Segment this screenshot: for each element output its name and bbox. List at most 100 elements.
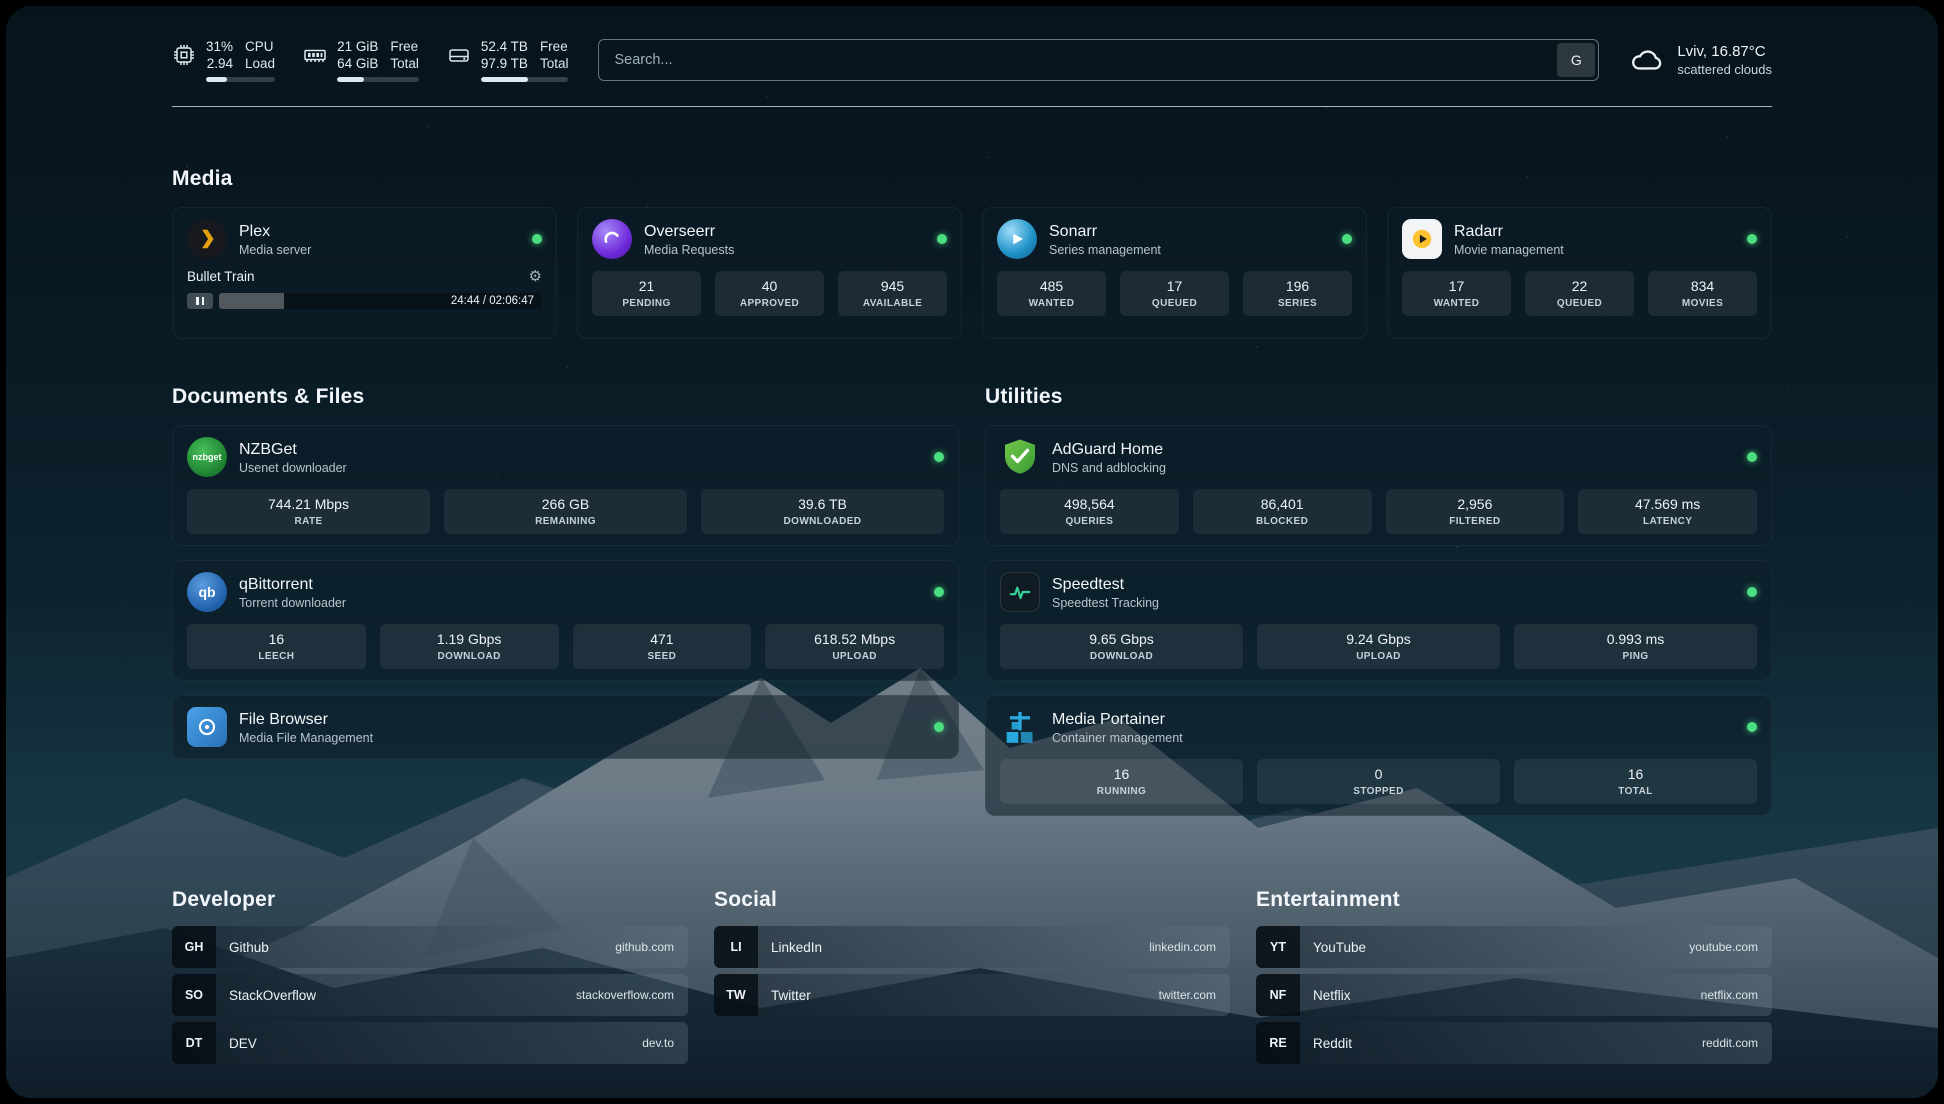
stat-label: REMAINING [448,516,683,528]
stat-label: DOWNLOAD [1004,651,1239,663]
stat-series: 196 SERIES [1243,271,1352,316]
pause-button[interactable] [187,293,213,309]
plex-icon [187,219,227,259]
stat-value: 0.993 ms [1518,631,1753,648]
stat-label: UPLOAD [769,651,940,663]
stat-label: PING [1518,651,1753,663]
overseerr-icon [592,219,632,259]
stat-label: LEECH [191,651,362,663]
top-bar: 31% CPU 2.94 Load [172,6,1772,82]
stat-value: 40 [719,278,820,295]
stat-label: QUEUED [1529,298,1630,310]
stat-label: WANTED [1406,298,1507,310]
stat-label: DOWNLOAD [384,651,555,663]
section-title-social: Social [714,888,1230,912]
disk-total-label: Total [540,55,569,72]
hard-drive-icon [447,38,471,67]
stat-value: 47.569 ms [1582,496,1753,513]
bookmark-url: linkedin.com [1149,940,1230,954]
bookmark-netflix[interactable]: NF Netflix netflix.com [1256,974,1772,1016]
overseerr-stats: 21 PENDING 40 APPROVED 945 AVAILABLE [592,271,947,316]
service-card-sonarr[interactable]: Sonarr Series management 485 WANTED 17 Q… [982,207,1367,339]
reddit-icon: RE [1256,1022,1300,1064]
dashboard-content: 31% CPU 2.94 Load [6,6,1938,1098]
app-desc: Usenet downloader [239,461,347,475]
stat-label: AVAILABLE [842,298,943,310]
section-social: Social LI LinkedIn linkedin.com TW Twitt… [714,888,1230,1016]
stat-value: 39.6 TB [705,496,940,513]
stat-ping: 0.993 ms PING [1514,624,1757,669]
radarr-icon [1402,219,1442,259]
disk-free-value: 52.4 TB [481,38,528,55]
app-name: NZBGet [239,440,347,459]
bookmark-github[interactable]: GH Github github.com [172,926,688,968]
stat-wanted: 485 WANTED [997,271,1106,316]
section-documents: Documents & Files nzbget NZBGet Usenet d… [172,385,959,816]
cpu-usage-value: 31% [206,38,233,55]
stat-value: 834 [1652,278,1753,295]
bookmark-name: Reddit [1300,1036,1352,1051]
status-dot [1747,452,1757,462]
cpu-usage-label: CPU [245,38,275,55]
stat-queued: 22 QUEUED [1525,271,1634,316]
bookmark-youtube[interactable]: YT YouTube youtube.com [1256,926,1772,968]
section-title-documents: Documents & Files [172,385,959,409]
netflix-icon: NF [1256,974,1300,1016]
stat-download: 9.65 Gbps DOWNLOAD [1000,624,1243,669]
stat-rate: 744.21 Mbps RATE [187,489,430,534]
service-card-speedtest[interactable]: Speedtest Speedtest Tracking 9.65 Gbps D… [985,560,1772,681]
stat-upload: 9.24 Gbps UPLOAD [1257,624,1500,669]
stat-queries: 498,564 QUERIES [1000,489,1179,534]
stat-downloaded: 39.6 TB DOWNLOADED [701,489,944,534]
stat-label: UPLOAD [1261,651,1496,663]
cpu-widget: 31% CPU 2.94 Load [172,38,275,82]
app-desc: Series management [1049,243,1161,257]
speedtest-stats: 9.65 Gbps DOWNLOAD 9.24 Gbps UPLOAD 0.99… [1000,624,1757,669]
settings-gear-icon[interactable]: ⚙ [529,269,542,284]
cloud-icon [1629,46,1665,74]
bookmark-twitter[interactable]: TW Twitter twitter.com [714,974,1230,1016]
adguard-stats: 498,564 QUERIES 86,401 BLOCKED 2,956 FIL… [1000,489,1757,534]
memory-icon [303,38,327,67]
service-card-filebrowser[interactable]: File Browser Media File Management [172,695,959,759]
memory-progress-fill [337,77,364,82]
service-card-qbittorrent[interactable]: qb qBittorrent Torrent downloader 16 [172,560,959,681]
stat-label: WANTED [1001,298,1102,310]
filebrowser-icon [187,707,227,747]
service-card-nzbget[interactable]: nzbget NZBGet Usenet downloader 744.21 M… [172,425,959,546]
dev-icon: DT [172,1022,216,1064]
search-provider-button[interactable]: G [1557,43,1595,77]
bookmark-linkedin[interactable]: LI LinkedIn linkedin.com [714,926,1230,968]
status-dot [934,587,944,597]
stat-running: 16 RUNNING [1000,759,1243,804]
section-title-media: Media [172,167,1772,191]
stat-label: TOTAL [1518,786,1753,798]
radarr-stats: 17 WANTED 22 QUEUED 834 MOVIES [1402,271,1757,316]
stat-value: 16 [1004,766,1239,783]
bookmark-stackoverflow[interactable]: SO StackOverflow stackoverflow.com [172,974,688,1016]
disk-widget: 52.4 TB Free 97.9 TB Total [447,38,569,82]
qbittorrent-icon: qb [187,572,227,612]
app-desc: Speedtest Tracking [1052,596,1159,610]
stat-label: QUERIES [1004,516,1175,528]
playback-progress-bar[interactable]: 24:44 / 02:06:47 [219,293,542,309]
service-card-portainer[interactable]: Media Portainer Container management 16 … [985,695,1772,816]
stat-label: RUNNING [1004,786,1239,798]
playback-controls: 24:44 / 02:06:47 [187,293,542,309]
bookmark-dev[interactable]: DT DEV dev.to [172,1022,688,1064]
app-name: AdGuard Home [1052,440,1166,459]
service-card-radarr[interactable]: Radarr Movie management 17 WANTED 22 QUE… [1387,207,1772,339]
stat-label: RATE [191,516,426,528]
stat-latency: 47.569 ms LATENCY [1578,489,1757,534]
bookmark-reddit[interactable]: RE Reddit reddit.com [1256,1022,1772,1064]
disk-total-value: 97.9 TB [481,55,528,72]
service-card-plex[interactable]: Plex Media server Bullet Train ⚙ 24:4 [172,207,557,339]
adguard-shield-icon [1000,437,1040,477]
service-card-overseerr[interactable]: Overseerr Media Requests 21 PENDING 40 A… [577,207,962,339]
search-input[interactable] [602,52,1557,68]
service-card-adguard[interactable]: AdGuard Home DNS and adblocking 498,564 … [985,425,1772,546]
nzbget-stats: 744.21 Mbps RATE 266 GB REMAINING 39.6 T… [187,489,944,534]
speedtest-icon [1000,572,1040,612]
documents-cards: nzbget NZBGet Usenet downloader 744.21 M… [172,425,959,759]
resource-widgets: 31% CPU 2.94 Load [172,38,568,82]
